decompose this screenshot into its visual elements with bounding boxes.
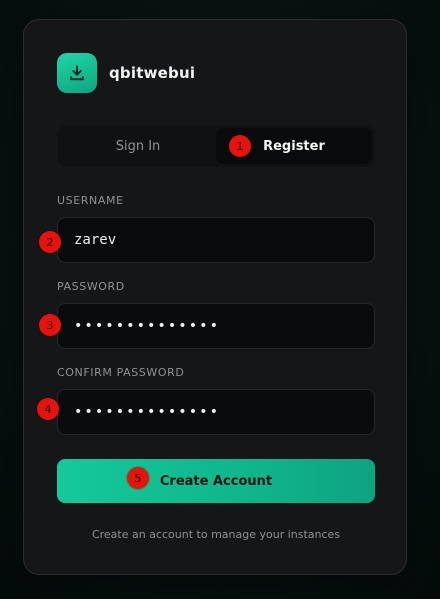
username-field[interactable] [57,217,375,263]
marker-badge: 4 [37,398,59,420]
auth-tabs: Sign In Register [57,125,375,167]
marker-badge: 1 [229,135,251,157]
marker-badge: 5 [127,467,149,489]
confirm-password-label: CONFIRM PASSWORD [57,366,185,379]
password-label: PASSWORD [57,280,125,293]
password-field[interactable] [57,303,375,349]
create-account-button[interactable]: Create Account [57,459,375,503]
brand: qbitwebui [57,53,195,93]
app-logo [57,53,97,93]
username-label: USERNAME [57,194,124,207]
download-icon [70,65,84,81]
marker-badge: 3 [39,314,61,336]
app-name: qbitwebui [109,64,196,82]
register-card: qbitwebui Sign In Register USERNAME PASS… [23,19,407,575]
marker-badge: 2 [39,231,61,253]
confirm-password-field[interactable] [57,389,375,435]
tab-sign-in[interactable]: Sign In [60,128,216,164]
register-hint: Create an account to manage your instanc… [91,528,341,541]
